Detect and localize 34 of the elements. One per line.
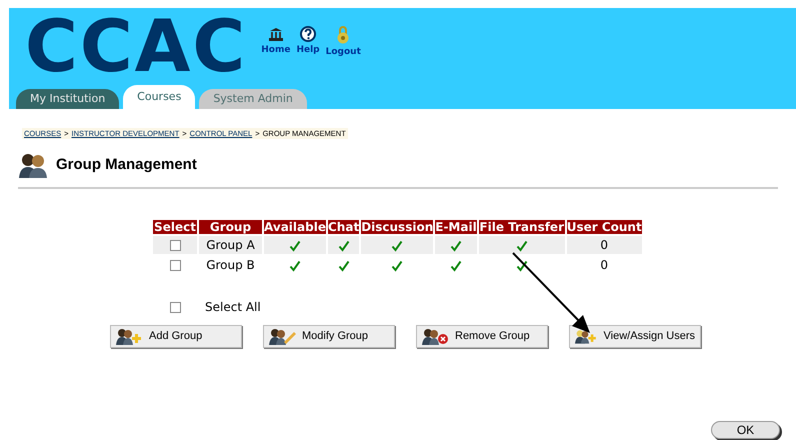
header-link[interactable]: Logout <box>326 46 361 60</box>
column-header: Discussion <box>361 220 434 234</box>
select-all-label: Select All <box>205 299 261 316</box>
action-button[interactable]: Modify Group <box>263 325 395 348</box>
user-group-icon <box>269 328 296 345</box>
column-header: Chat <box>328 220 360 234</box>
column-header: User Count <box>566 220 642 234</box>
table-cell: 0 <box>566 236 642 254</box>
tab[interactable]: Courses <box>123 85 196 109</box>
row-checkbox[interactable] <box>170 260 180 272</box>
column-header: E-Mail <box>435 220 477 234</box>
column-header: Select <box>153 220 197 234</box>
table-cell: Group A <box>199 236 262 254</box>
people-icon <box>18 152 48 178</box>
column-header: File Transfer <box>478 220 565 234</box>
padlock-icon <box>337 26 350 44</box>
header-link[interactable]: Home <box>261 44 290 58</box>
ok-button[interactable]: OK <box>711 421 780 439</box>
action-button[interactable]: View/Assign Users <box>569 325 701 348</box>
row-checkbox[interactable] <box>170 240 180 252</box>
logo: CCAC <box>25 10 248 82</box>
header-link[interactable]: Help <box>296 44 320 58</box>
action-button[interactable]: Add Group <box>110 325 242 348</box>
select-all-checkbox[interactable] <box>170 302 181 312</box>
action-button[interactable]: Remove Group <box>416 325 548 348</box>
page-title: Group Management <box>56 154 197 175</box>
user-group-icon <box>422 328 449 345</box>
user-group-icon <box>575 328 598 345</box>
tab[interactable]: My Institution <box>16 89 120 109</box>
user-group-icon <box>116 328 143 345</box>
column-header: Available <box>264 220 326 234</box>
building-icon <box>268 26 284 42</box>
help-icon <box>300 26 316 42</box>
column-header: Group <box>199 220 262 234</box>
